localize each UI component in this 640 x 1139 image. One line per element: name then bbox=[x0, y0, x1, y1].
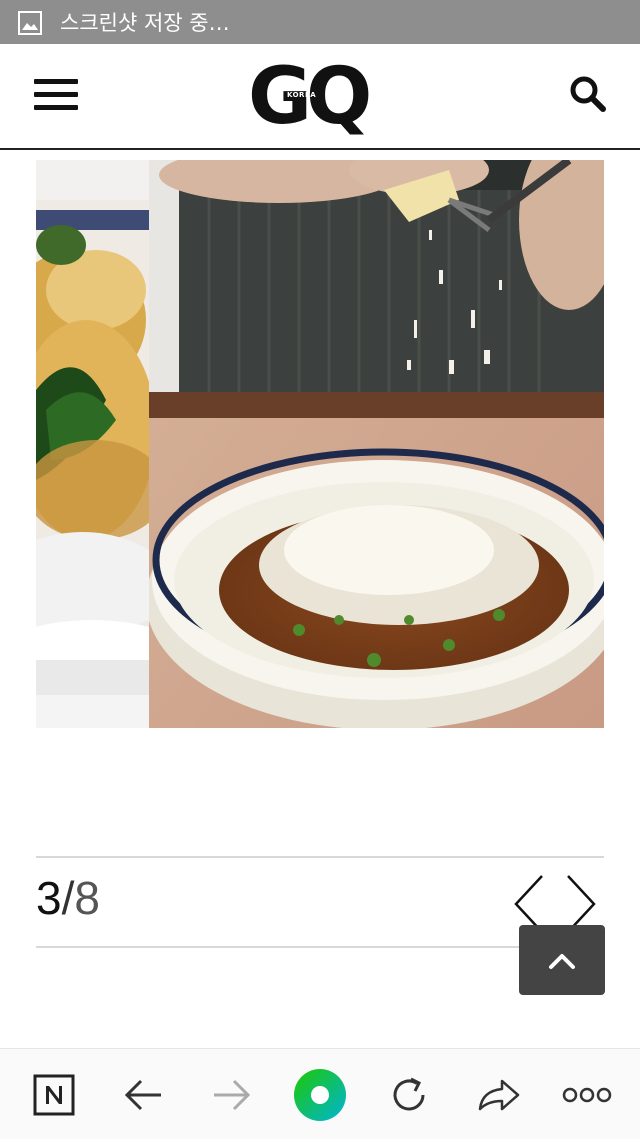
more-icon[interactable] bbox=[560, 1071, 614, 1119]
site-header: GQ KOREA bbox=[0, 44, 640, 150]
refresh-icon[interactable] bbox=[385, 1071, 433, 1119]
naver-n-icon[interactable] bbox=[30, 1071, 78, 1119]
total-slides-number: 8 bbox=[74, 872, 100, 924]
forward-arrow-icon[interactable] bbox=[208, 1071, 256, 1119]
status-bar: 스크린샷 저장 중… bbox=[0, 0, 640, 44]
image-icon bbox=[18, 11, 42, 35]
notification-text: 스크린샷 저장 중… bbox=[60, 11, 230, 35]
gq-logo[interactable]: GQ KOREA bbox=[248, 54, 392, 140]
counter-separator: / bbox=[61, 872, 75, 924]
photo-gallery[interactable] bbox=[36, 160, 604, 728]
pager-divider-bottom bbox=[36, 946, 520, 948]
search-icon[interactable] bbox=[568, 74, 608, 114]
scroll-to-top-button[interactable] bbox=[519, 925, 605, 995]
hamburger-menu-icon[interactable] bbox=[34, 79, 80, 113]
browser-toolbar bbox=[0, 1048, 640, 1139]
pager-divider-top bbox=[36, 856, 604, 858]
slide-counter: 3/8 bbox=[36, 870, 100, 926]
previous-slide-image[interactable] bbox=[36, 160, 149, 728]
logo-subtext: KOREA bbox=[287, 91, 317, 99]
current-slide-image[interactable] bbox=[149, 160, 604, 728]
back-arrow-icon[interactable] bbox=[119, 1071, 167, 1119]
chevron-up-icon bbox=[549, 954, 575, 969]
share-icon[interactable] bbox=[474, 1071, 522, 1119]
green-dot-home-icon[interactable] bbox=[292, 1067, 348, 1123]
current-slide-number: 3 bbox=[36, 872, 62, 924]
